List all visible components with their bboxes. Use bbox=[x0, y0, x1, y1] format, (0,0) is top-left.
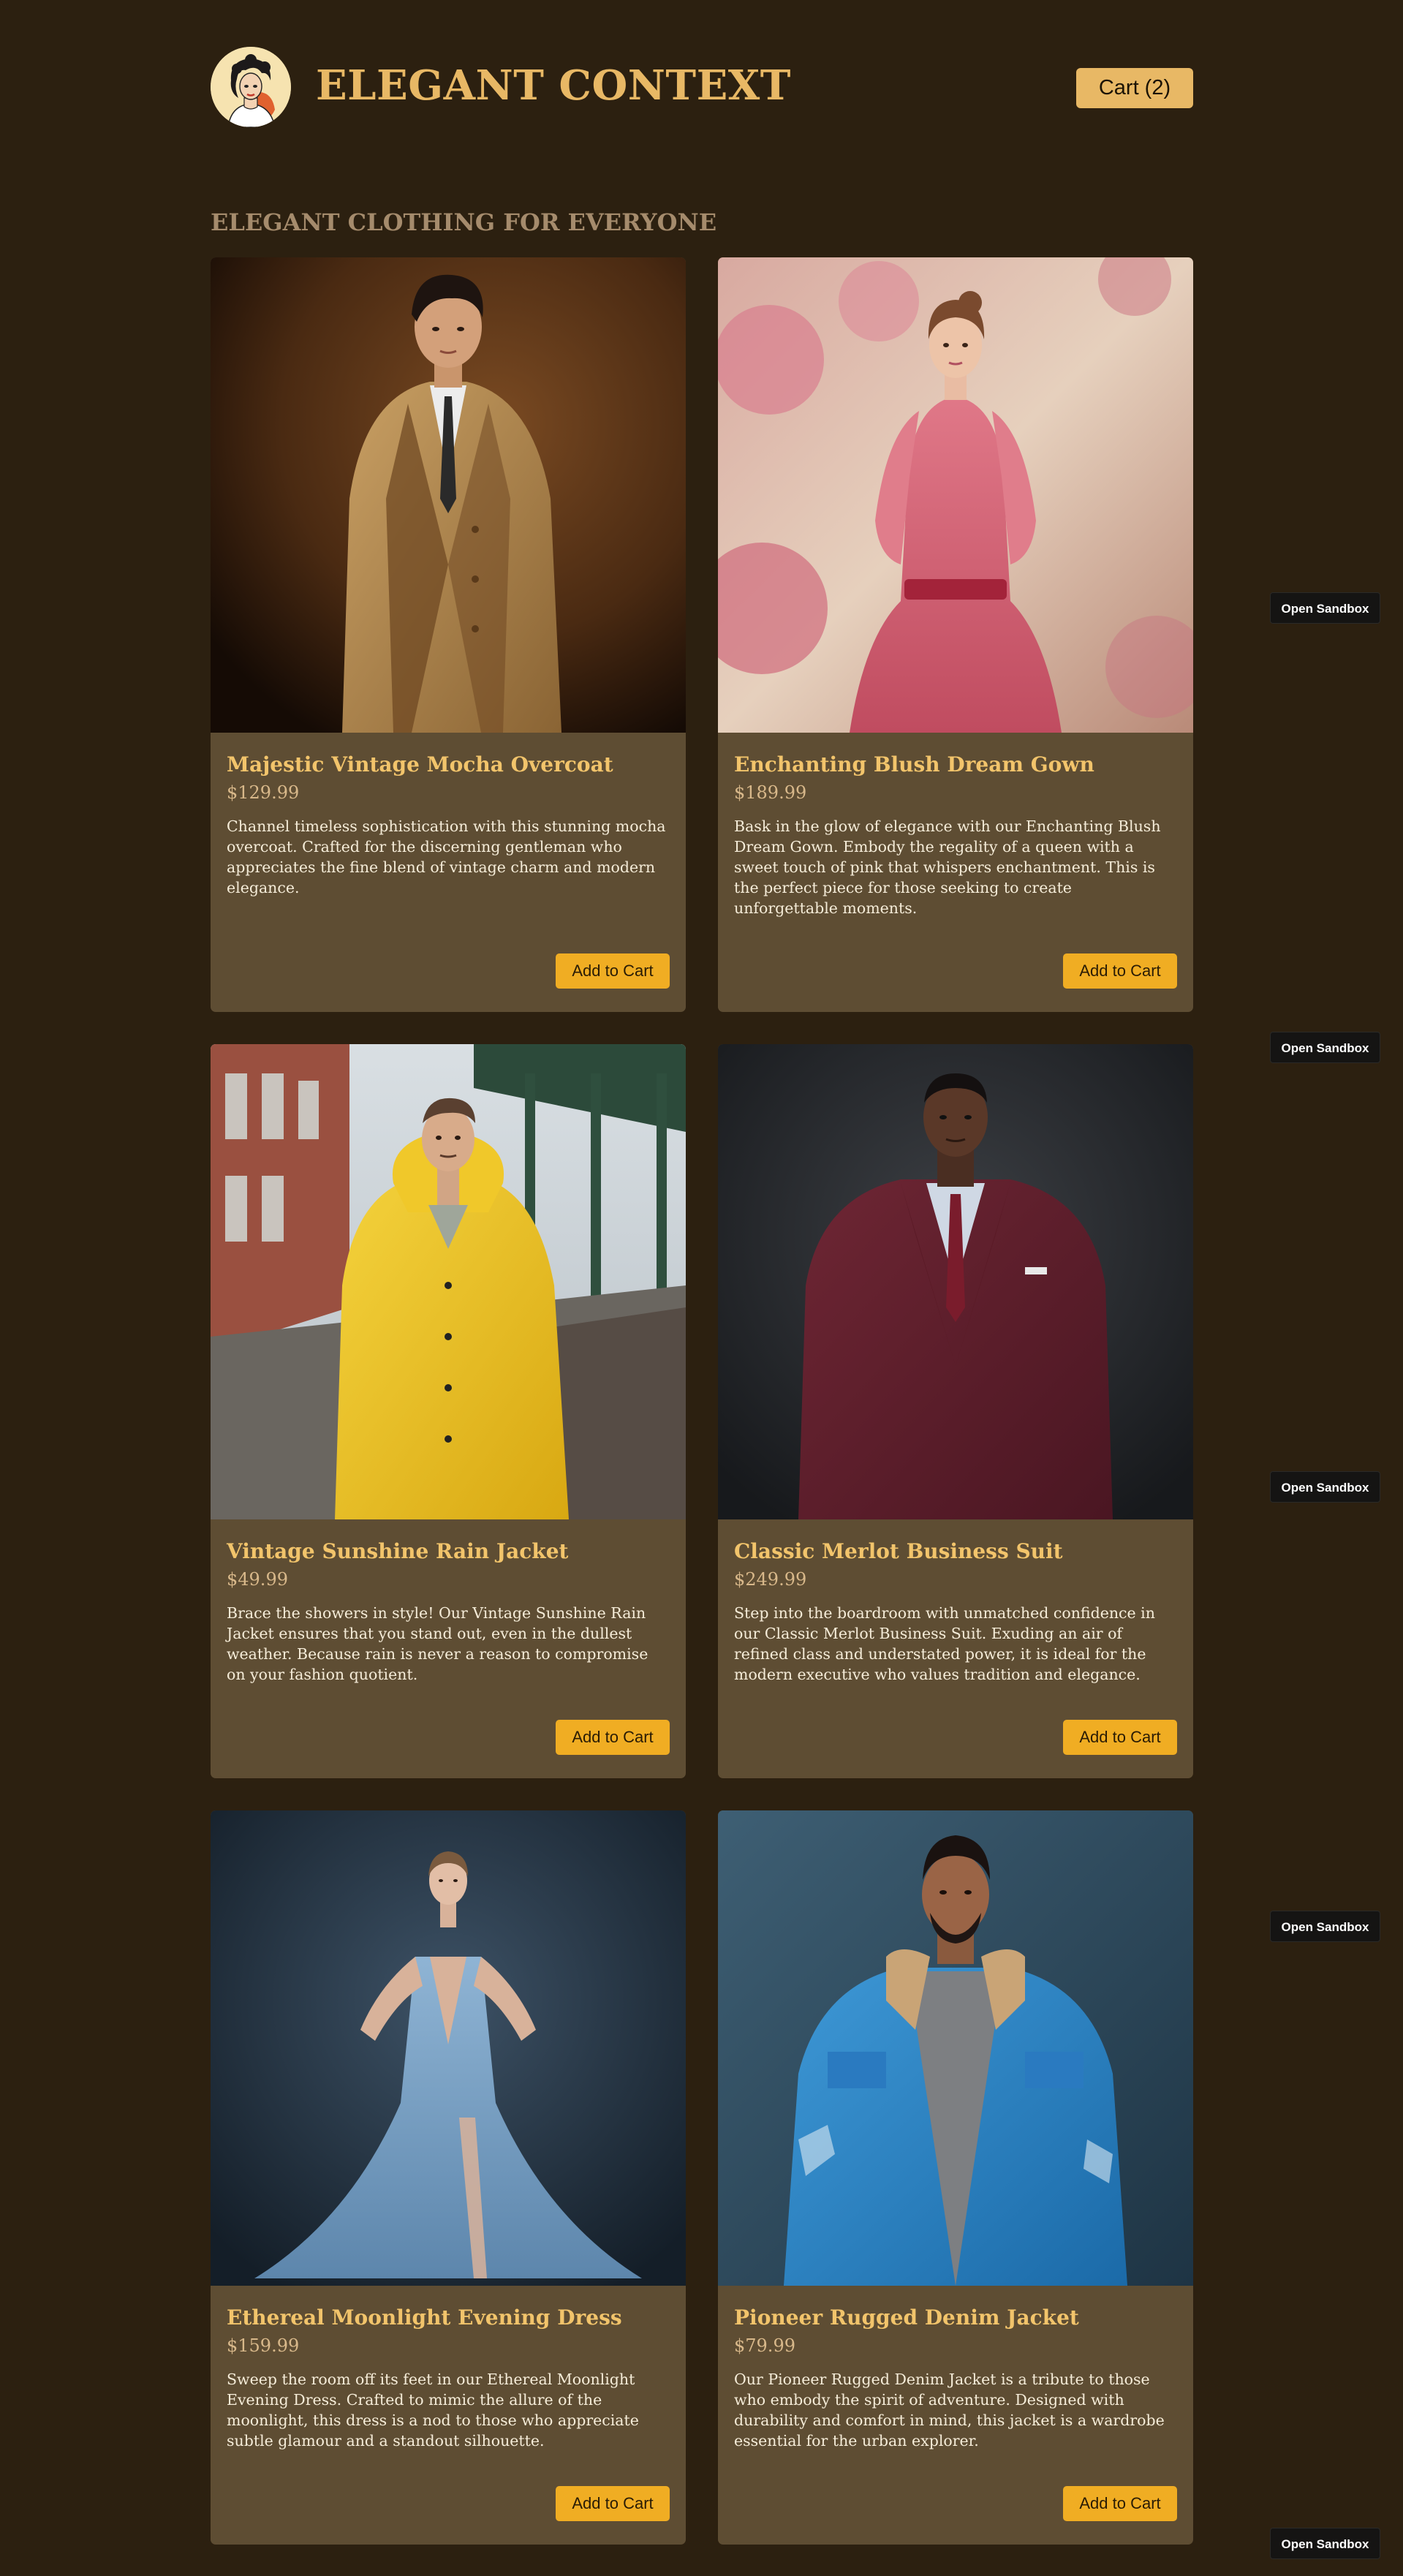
add-to-cart-button[interactable]: Add to Cart bbox=[1063, 953, 1177, 989]
product-card: Pioneer Rugged Denim Jacket $79.99 Our P… bbox=[718, 1810, 1193, 2545]
open-sandbox-button[interactable]: Open Sandbox bbox=[1270, 592, 1380, 624]
product-image[interactable] bbox=[211, 257, 686, 733]
product-description: Channel timeless sophistication with thi… bbox=[227, 817, 666, 896]
add-to-cart-button[interactable]: Add to Cart bbox=[1063, 2486, 1177, 2521]
add-to-cart-button[interactable]: Add to Cart bbox=[556, 2486, 670, 2521]
product-card: Vintage Sunshine Rain Jacket $49.99 Brac… bbox=[211, 1044, 686, 1778]
product-title: Pioneer Rugged Denim Jacket bbox=[734, 2305, 1079, 2330]
open-sandbox-button[interactable]: Open Sandbox bbox=[1270, 2528, 1380, 2559]
merlot-suit-photo bbox=[718, 1044, 1193, 1519]
product-title: Ethereal Moonlight Evening Dress bbox=[227, 2305, 622, 2330]
blush-gown-photo bbox=[718, 257, 1193, 733]
vintage-woman-portrait-icon bbox=[211, 47, 291, 127]
logo[interactable] bbox=[211, 47, 291, 127]
product-image[interactable] bbox=[211, 1810, 686, 2286]
product-price: $189.99 bbox=[734, 782, 807, 803]
product-price: $249.99 bbox=[734, 1569, 807, 1590]
product-title: Majestic Vintage Mocha Overcoat bbox=[227, 752, 613, 777]
product-image[interactable] bbox=[718, 257, 1193, 733]
product-card: Enchanting Blush Dream Gown $189.99 Bask… bbox=[718, 257, 1193, 1012]
product-image[interactable] bbox=[718, 1810, 1193, 2286]
site-title: ELEGANT CONTEXT bbox=[316, 61, 791, 110]
product-price: $159.99 bbox=[227, 2335, 300, 2356]
page-tagline: ELEGANT CLOTHING FOR EVERYONE bbox=[211, 208, 717, 236]
mocha-overcoat-photo bbox=[211, 257, 686, 733]
add-to-cart-button[interactable]: Add to Cart bbox=[1063, 1720, 1177, 1755]
rain-jacket-photo bbox=[211, 1044, 686, 1519]
product-description: Our Pioneer Rugged Denim Jacket is a tri… bbox=[734, 2371, 1165, 2450]
open-sandbox-button[interactable]: Open Sandbox bbox=[1270, 1032, 1380, 1063]
product-card: Majestic Vintage Mocha Overcoat $129.99 … bbox=[211, 257, 686, 1012]
product-title: Enchanting Blush Dream Gown bbox=[734, 752, 1094, 777]
product-price: $129.99 bbox=[227, 782, 300, 803]
product-card: Classic Merlot Business Suit $249.99 Ste… bbox=[718, 1044, 1193, 1778]
evening-dress-photo bbox=[211, 1810, 686, 2286]
add-to-cart-button[interactable]: Add to Cart bbox=[556, 1720, 670, 1755]
product-price: $49.99 bbox=[227, 1569, 288, 1590]
add-to-cart-button[interactable]: Add to Cart bbox=[556, 953, 670, 989]
denim-jacket-photo bbox=[718, 1810, 1193, 2286]
site-header: ELEGANT CONTEXT Cart (2) bbox=[211, 47, 1193, 129]
product-description: Step into the boardroom with unmatched c… bbox=[734, 1604, 1155, 1683]
product-image[interactable] bbox=[718, 1044, 1193, 1519]
cart-button[interactable]: Cart (2) bbox=[1076, 68, 1193, 108]
product-title: Vintage Sunshine Rain Jacket bbox=[227, 1539, 569, 1563]
open-sandbox-button[interactable]: Open Sandbox bbox=[1270, 1911, 1380, 1942]
product-description: Brace the showers in style! Our Vintage … bbox=[227, 1604, 648, 1683]
product-price: $79.99 bbox=[734, 2335, 795, 2356]
product-description: Sweep the room off its feet in our Ether… bbox=[227, 2371, 639, 2450]
product-card: Ethereal Moonlight Evening Dress $159.99… bbox=[211, 1810, 686, 2545]
product-description: Bask in the glow of elegance with our En… bbox=[734, 817, 1161, 917]
product-image[interactable] bbox=[211, 1044, 686, 1519]
open-sandbox-button[interactable]: Open Sandbox bbox=[1270, 1471, 1380, 1503]
product-title: Classic Merlot Business Suit bbox=[734, 1539, 1063, 1563]
